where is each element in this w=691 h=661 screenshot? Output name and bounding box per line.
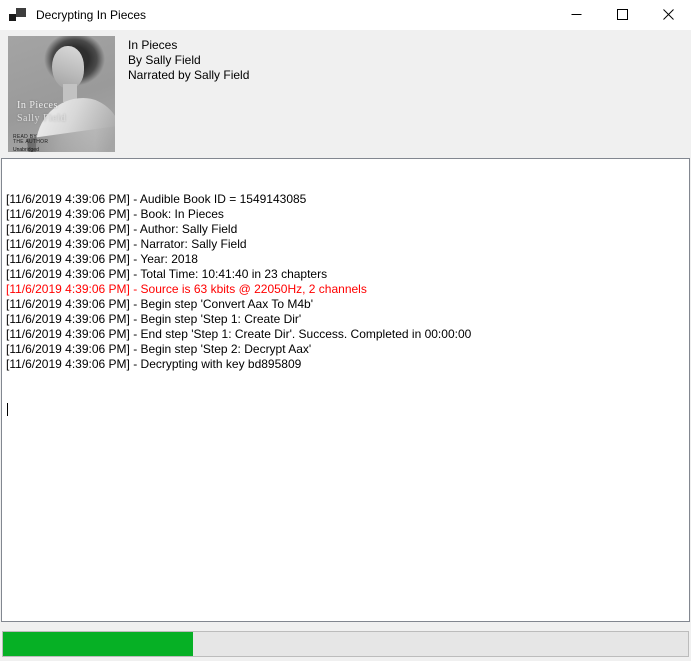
log-lines: [11/6/2019 4:39:06 PM] - Audible Book ID… (6, 192, 685, 372)
cover-unabridged-label: Unabridged (13, 147, 39, 152)
log-line: [11/6/2019 4:39:06 PM] - Audible Book ID… (6, 192, 685, 207)
book-narrator-line: Narrated by Sally Field (128, 68, 249, 83)
app-icon (9, 7, 26, 23)
close-button[interactable] (645, 0, 691, 30)
log-line: [11/6/2019 4:39:06 PM] - Author: Sally F… (6, 222, 685, 237)
log-output[interactable]: [11/6/2019 4:39:06 PM] - Audible Book ID… (1, 158, 690, 622)
log-line: [11/6/2019 4:39:06 PM] - Begin step 'Ste… (6, 342, 685, 357)
minimize-button[interactable] (553, 0, 599, 30)
log-line: [11/6/2019 4:39:06 PM] - Narrator: Sally… (6, 237, 685, 252)
book-author-line: By Sally Field (128, 53, 249, 68)
book-info: In Pieces By Sally Field Narrated by Sal… (128, 38, 249, 83)
log-line: [11/6/2019 4:39:06 PM] - End step 'Step … (6, 327, 685, 342)
close-icon (663, 9, 674, 20)
window-controls (553, 0, 691, 30)
maximize-button[interactable] (599, 0, 645, 30)
log-line: [11/6/2019 4:39:06 PM] - Begin step 'Ste… (6, 312, 685, 327)
cover-fine-print: READ BY THE AUTHOR (13, 135, 48, 145)
maximize-icon (617, 9, 628, 20)
cover-portrait-face (52, 46, 84, 89)
log-line: [11/6/2019 4:39:06 PM] - Book: In Pieces (6, 207, 685, 222)
app-icon-square-small (9, 14, 16, 21)
log-line: [11/6/2019 4:39:06 PM] - Total Time: 10:… (6, 267, 685, 282)
book-cover-image: In Pieces Sally Field READ BY THE AUTHOR… (8, 36, 115, 152)
log-line: [11/6/2019 4:39:06 PM] - Source is 63 kb… (6, 282, 685, 297)
cover-title-text: In Pieces (17, 100, 58, 111)
progress-fill (3, 632, 193, 656)
log-line: [11/6/2019 4:39:06 PM] - Year: 2018 (6, 252, 685, 267)
text-caret (7, 403, 8, 416)
log-line: [11/6/2019 4:39:06 PM] - Begin step 'Con… (6, 297, 685, 312)
book-title: In Pieces (128, 38, 249, 53)
app-icon-square-big (16, 8, 26, 17)
minimize-icon (571, 9, 582, 20)
cover-author-text: Sally Field (17, 113, 66, 124)
log-line: [11/6/2019 4:39:06 PM] - Decrypting with… (6, 357, 685, 372)
cover-fine-print-line2: THE AUTHOR (13, 140, 48, 145)
progress-bar (2, 631, 689, 657)
window-title: Decrypting In Pieces (36, 8, 146, 22)
title-bar: Decrypting In Pieces (0, 0, 691, 30)
client-area: In Pieces Sally Field READ BY THE AUTHOR… (0, 30, 691, 661)
